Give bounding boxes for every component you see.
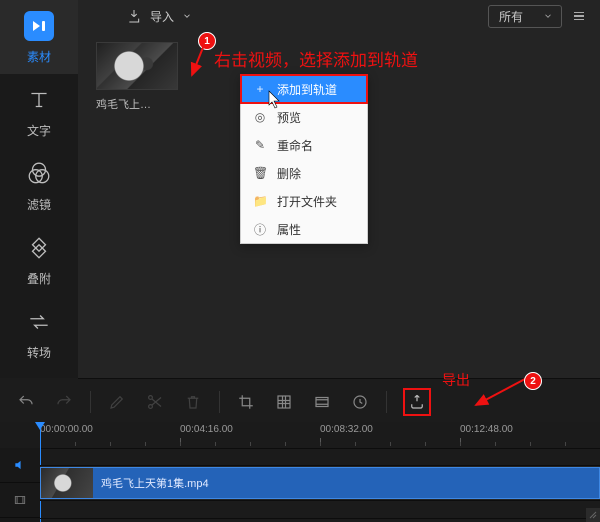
filmstrip-icon — [13, 493, 27, 507]
export-button[interactable] — [403, 388, 431, 416]
trash-icon: 🗑 — [253, 166, 267, 180]
grip-icon — [588, 510, 598, 520]
timeline: 00:00:00.00 00:04:16.00 00:08:32.00 00:1… — [0, 422, 600, 522]
context-menu-item-label: 预览 — [277, 109, 301, 126]
context-menu: + 添加到轨道 ◎ 预览 ✎ 重命名 🗑 删除 📁 打开文件夹 ⓘ 属性 — [240, 74, 368, 244]
import-button[interactable]: 导入 — [118, 4, 200, 29]
chevron-down-icon — [182, 11, 192, 21]
context-menu-item-properties[interactable]: ⓘ 属性 — [241, 215, 367, 243]
overlap-diamonds-icon — [23, 232, 55, 264]
tracks-area[interactable]: 鸡毛飞上天第1集.mp4 — [40, 448, 600, 522]
media-thumbnail[interactable]: 鸡毛飞上… — [96, 42, 176, 112]
filter-select-label: 所有 — [499, 8, 523, 25]
overlap-circles-icon — [23, 158, 55, 190]
info-icon: ⓘ — [253, 221, 267, 238]
thumbnail-caption: 鸡毛飞上… — [96, 90, 176, 112]
context-menu-item-label: 属性 — [277, 221, 301, 238]
sidebar-item-label: 叠附 — [27, 270, 51, 287]
chevron-down-icon — [543, 11, 553, 21]
speaker-icon — [13, 458, 27, 472]
sidebar-item-media[interactable]: 素材 — [0, 0, 78, 74]
clip-label: 鸡毛飞上天第1集.mp4 — [93, 475, 209, 491]
resize-grip[interactable] — [586, 508, 600, 522]
context-menu-item-label: 打开文件夹 — [277, 193, 337, 210]
track-headers — [0, 448, 40, 522]
view-mode-button[interactable] — [570, 8, 588, 25]
context-menu-item-label: 添加到轨道 — [277, 81, 337, 98]
delete-button[interactable] — [183, 392, 203, 412]
import-icon — [126, 8, 142, 24]
sidebar-item-label: 滤镜 — [27, 196, 51, 213]
sidebar-item-filter[interactable]: 滤镜 — [0, 148, 78, 222]
mosaic-button[interactable] — [274, 392, 294, 412]
sidebar-item-label: 转场 — [27, 344, 51, 361]
audio-mute-toggle[interactable] — [0, 448, 40, 483]
context-menu-item-add-to-track[interactable]: + 添加到轨道 — [241, 75, 367, 103]
import-label: 导入 — [150, 8, 174, 25]
crop-button[interactable] — [236, 392, 256, 412]
panel-top-bar: 导入 所有 — [78, 0, 600, 32]
video-track-head[interactable] — [0, 483, 40, 518]
pencil-icon: ✎ — [253, 138, 267, 152]
context-menu-item-label: 删除 — [277, 165, 301, 182]
video-track-row[interactable]: 鸡毛飞上天第1集.mp4 — [40, 466, 600, 501]
redo-button[interactable] — [54, 392, 74, 412]
context-menu-item-open-folder[interactable]: 📁 打开文件夹 — [241, 187, 367, 215]
speed-button[interactable] — [350, 392, 370, 412]
timecode-label: 00:00:00.00 — [40, 424, 93, 435]
context-menu-item-delete[interactable]: 🗑 删除 — [241, 159, 367, 187]
media-panel: 导入 所有 鸡毛飞上… + 添加到轨道 ◎ 预览 — [78, 0, 600, 379]
context-menu-item-rename[interactable]: ✎ 重命名 — [241, 131, 367, 159]
sidebar-item-label: 素材 — [27, 48, 51, 65]
video-clip[interactable]: 鸡毛飞上天第1集.mp4 — [40, 467, 600, 499]
context-menu-item-preview[interactable]: ◎ 预览 — [241, 103, 367, 131]
edit-pencil-button[interactable] — [107, 392, 127, 412]
clip-thumbnail — [41, 468, 93, 498]
undo-button[interactable] — [16, 392, 36, 412]
timecode-label: 00:08:32.00 — [320, 424, 373, 435]
sidebar-item-label: 文字 — [27, 122, 51, 139]
eye-icon: ◎ — [253, 110, 267, 124]
audio-track-row[interactable] — [40, 448, 600, 466]
folder-icon: 📁 — [253, 194, 267, 208]
freeze-frame-button[interactable] — [312, 392, 332, 412]
plus-icon: + — [253, 82, 267, 96]
time-ruler[interactable]: 00:00:00.00 00:04:16.00 00:08:32.00 00:1… — [0, 422, 600, 449]
sidebar-item-overlay[interactable]: 叠附 — [0, 222, 78, 296]
sidebar-item-text[interactable]: 文字 — [0, 74, 78, 148]
play-media-icon — [23, 10, 55, 42]
empty-track-row[interactable] — [40, 501, 600, 519]
timecode-label: 00:04:16.00 — [180, 424, 233, 435]
context-menu-item-label: 重命名 — [277, 137, 313, 154]
timecode-label: 00:12:48.00 — [460, 424, 513, 435]
transition-arrows-icon — [23, 306, 55, 338]
sidebar: 素材 文字 滤镜 叠附 转场 — [0, 0, 79, 378]
media-filter-select[interactable]: 所有 — [488, 5, 562, 28]
thumbnail-image — [96, 42, 178, 90]
sidebar-item-transition[interactable]: 转场 — [0, 296, 78, 370]
timeline-toolbar — [0, 382, 600, 422]
split-button[interactable] — [145, 392, 165, 412]
text-t-icon — [23, 84, 55, 116]
